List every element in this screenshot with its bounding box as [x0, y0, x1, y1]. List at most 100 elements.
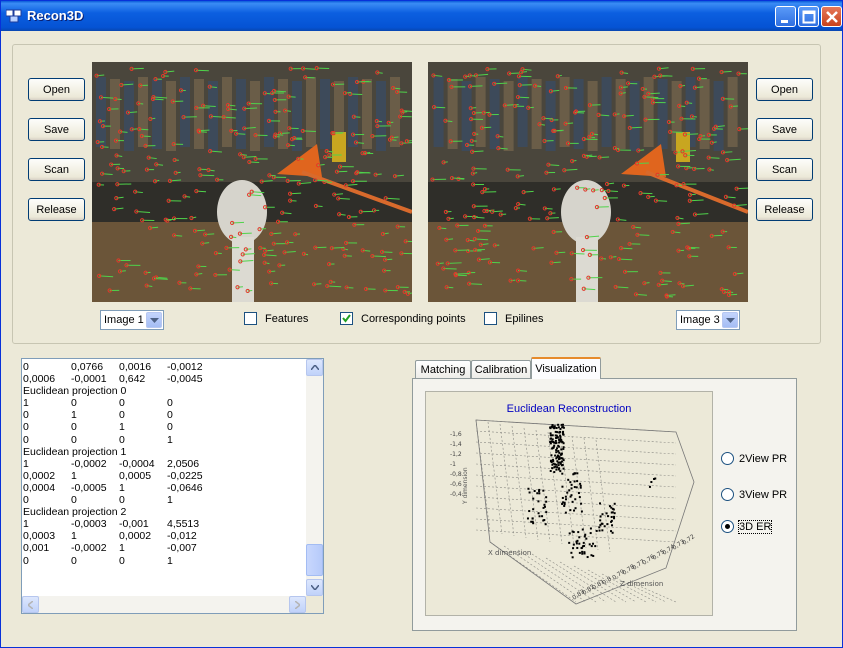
epilines-checkbox[interactable]: Epilines	[484, 312, 544, 325]
cloud-point	[538, 515, 541, 518]
cloud-point	[588, 543, 591, 546]
output-cell: 0	[23, 494, 29, 507]
radio-2view-pr[interactable]: 2View PR	[721, 452, 787, 465]
output-cell: -0,012	[167, 530, 197, 543]
scroll-left-button[interactable]	[22, 596, 39, 613]
y-tick-label: -0,6	[450, 481, 462, 488]
book	[110, 79, 120, 149]
left-save-button[interactable]: Save	[28, 118, 85, 141]
tab-calibration[interactable]: Calibration	[471, 360, 531, 379]
dropdown-arrow-button[interactable]	[722, 312, 738, 328]
grid-line	[559, 433, 575, 547]
cloud-point	[555, 449, 558, 452]
cloud-point	[574, 498, 577, 501]
cloud-point	[556, 460, 559, 463]
radio-dot[interactable]	[721, 488, 734, 501]
output-cell: 0,0016	[119, 361, 152, 373]
match-vector	[470, 107, 477, 109]
right-image-view[interactable]	[428, 62, 748, 302]
scroll-thumb[interactable]	[306, 544, 323, 576]
cloud-point	[528, 510, 531, 513]
book	[713, 81, 724, 151]
radio-dot[interactable]	[721, 452, 734, 465]
cloud-point	[599, 502, 602, 505]
grid-line	[475, 507, 677, 521]
scroll-right-button[interactable]	[289, 596, 306, 613]
corresponding-points-checkbox[interactable]: Corresponding points	[340, 312, 466, 325]
checkbox-box[interactable]	[340, 312, 353, 325]
left-image-select[interactable]: Image 1	[100, 310, 164, 330]
title-bar[interactable]: Recon3D	[1, 1, 842, 31]
radio-dot[interactable]	[721, 520, 734, 533]
cloud-point	[613, 502, 616, 505]
output-cell: 0	[119, 433, 125, 446]
vertical-scrollbar[interactable]	[306, 359, 323, 596]
cloud-point	[551, 463, 554, 466]
output-cell: 0	[167, 397, 173, 410]
left-open-button[interactable]: Open	[28, 78, 85, 101]
left-image-view[interactable]	[92, 62, 412, 302]
features-checkbox[interactable]: Features	[244, 312, 308, 325]
match-vector	[510, 279, 516, 282]
cloud-point	[568, 541, 571, 544]
right-scan-button[interactable]: Scan	[756, 158, 813, 181]
right-image-select[interactable]: Image 3	[676, 310, 740, 330]
maximize-button[interactable]	[798, 6, 819, 27]
plot-title: Euclidean Reconstruction	[507, 403, 632, 415]
cloud-point	[570, 487, 573, 490]
output-cell: Euclidean projection 0	[23, 385, 127, 398]
radio-3d-er[interactable]: 3D ER	[721, 519, 773, 534]
tab-visualization[interactable]: Visualization	[531, 357, 601, 379]
y-tick-label: -1,6	[450, 431, 462, 438]
output-cell: 0,0766	[71, 361, 104, 373]
cloud-point	[561, 472, 564, 475]
cloud-point	[578, 536, 581, 539]
horizontal-scrollbar[interactable]	[22, 596, 306, 613]
checkbox-box[interactable]	[244, 312, 257, 325]
cloud-point	[605, 512, 608, 515]
right-open-button[interactable]: Open	[756, 78, 813, 101]
scroll-down-button[interactable]	[306, 579, 323, 596]
match-vector	[680, 84, 686, 87]
cloud-point	[562, 433, 565, 436]
cloud-point	[555, 451, 558, 454]
tab-matching[interactable]: Matching	[415, 360, 471, 379]
radio-3view-pr[interactable]: 3View PR	[721, 488, 787, 501]
match-vector	[406, 140, 412, 142]
cloud-point	[578, 496, 581, 499]
output-cell: 0,0006	[23, 373, 56, 386]
minimize-button[interactable]	[775, 6, 796, 27]
match-vector	[690, 193, 696, 196]
chevron-down-icon	[150, 318, 159, 323]
book	[194, 79, 204, 149]
cloud-point	[562, 447, 565, 450]
output-cell: 0	[23, 361, 29, 373]
scroll-up-button[interactable]	[306, 359, 323, 376]
close-button[interactable]	[821, 6, 842, 27]
dropdown-arrow-button[interactable]	[146, 312, 162, 328]
output-cell: 0,0005	[119, 469, 152, 482]
cloud-point	[581, 552, 584, 555]
euclidean-reconstruction-plot[interactable]: Euclidean Reconstruction X dimension Z d…	[425, 391, 713, 616]
left-scan-button[interactable]: Scan	[28, 158, 85, 181]
cloud-point	[590, 545, 593, 548]
grid-line	[475, 441, 677, 455]
cloud-point	[570, 494, 573, 497]
cloud-point	[650, 481, 653, 484]
plot-grid	[475, 419, 695, 605]
cloud-point	[561, 502, 564, 505]
right-save-button[interactable]: Save	[756, 118, 813, 141]
right-release-button[interactable]: Release	[756, 198, 813, 221]
checkbox-box[interactable]	[484, 312, 497, 325]
cloud-point	[582, 541, 585, 544]
cloud-point	[554, 434, 557, 437]
cloud-point	[557, 464, 560, 467]
output-cell: 2,0506	[167, 457, 200, 470]
cloud-point	[569, 481, 572, 484]
cloud-point	[553, 425, 556, 428]
cloud-point	[577, 492, 580, 495]
radio-3d-er-label: 3D ER	[737, 519, 773, 534]
cloud-point	[648, 485, 651, 488]
matrix-output-textbox[interactable]: 0 0,0766 0,0016 -0,0012 0,0006 -0,0001 0,642 -0…	[21, 358, 324, 614]
left-release-button[interactable]: Release	[28, 198, 85, 221]
